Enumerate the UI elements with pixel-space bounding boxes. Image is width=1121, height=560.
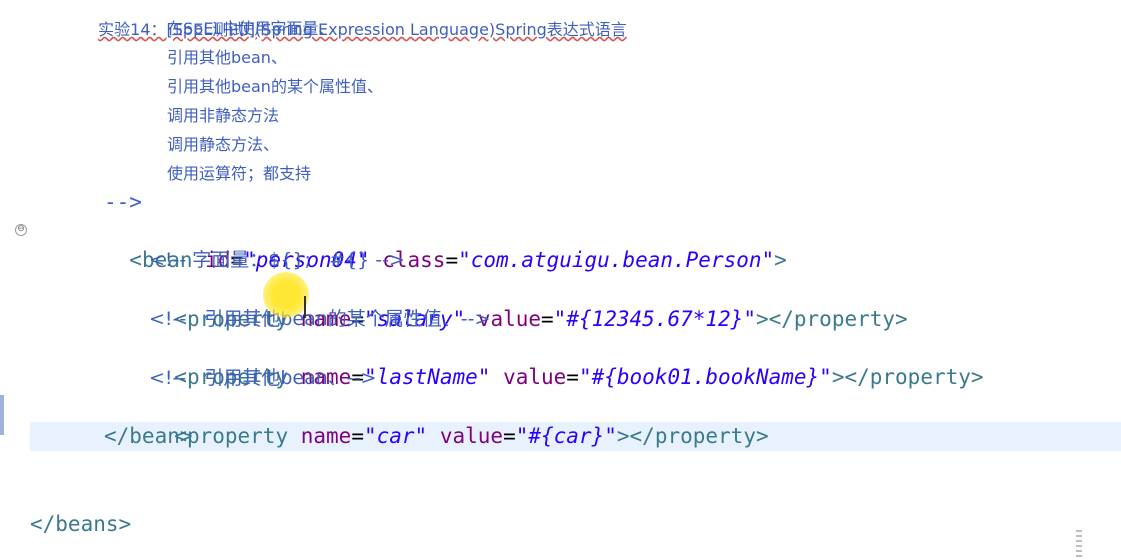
comment-literal: <!-- 字面量：${}; #{} --> — [149, 249, 405, 271]
property-tag-end: ></property> — [616, 424, 769, 448]
mouse-highlight — [263, 272, 309, 318]
code-line-bean-close[interactable]: </bean> — [104, 422, 193, 451]
value-attr: value — [439, 424, 504, 448]
comment-item: 使用运算符；都支持 — [167, 164, 312, 183]
name-value: "lastName" — [363, 365, 491, 389]
comment-item: 引用其他bean的某个属性值、 — [167, 77, 383, 96]
comment-bean-attr: <!-- 引用其他bean的某个属性值、--> — [149, 308, 491, 330]
code-line-bean-open[interactable]: <bean id="person04" class="com.atguigu.b… — [104, 217, 787, 272]
value-value: "#{book01.bookName}" — [578, 365, 832, 389]
editor-gutter: ⊖ — [0, 0, 30, 560]
value-value: "#{12345.67*12}" — [553, 307, 756, 331]
name-value: "car" — [363, 424, 428, 448]
value-value: "#{car}" — [515, 424, 617, 448]
bean-tag-end: > — [774, 248, 787, 272]
comment-item: 在SpEL中使用字面量、 — [167, 19, 335, 38]
property-tag-end: ></property> — [755, 307, 908, 331]
fold-collapse-icon[interactable]: ⊖ — [15, 224, 27, 236]
class-value: "com.atguigu.bean.Person" — [458, 248, 775, 272]
comment-item: 调用非静态方法 — [167, 106, 280, 125]
comment-bean-ref: <!-- 引用其他bean、--> — [149, 367, 377, 389]
comment-item: 调用静态方法、 — [167, 135, 280, 154]
property-tag-end: ></property> — [831, 365, 984, 389]
code-line-beans-close[interactable]: </beans> — [30, 510, 131, 539]
code-line-property-car[interactable]: <property name="car" value="#{car}"></pr… — [149, 393, 768, 448]
code-line-property-lastname[interactable]: <property name="lastName" value="#{book0… — [149, 334, 983, 389]
change-marker — [0, 395, 4, 435]
text-cursor-icon — [304, 296, 306, 318]
value-attr: value — [503, 365, 567, 389]
comment-item: 引用其他bean、 — [167, 48, 287, 67]
comment-close: --> — [104, 190, 142, 214]
scrollbar-grip[interactable] — [1076, 530, 1082, 560]
comment-header: 实验14：[SpEL测试I](Spring Expression Languag… — [98, 20, 627, 39]
name-attr: name — [300, 424, 352, 448]
